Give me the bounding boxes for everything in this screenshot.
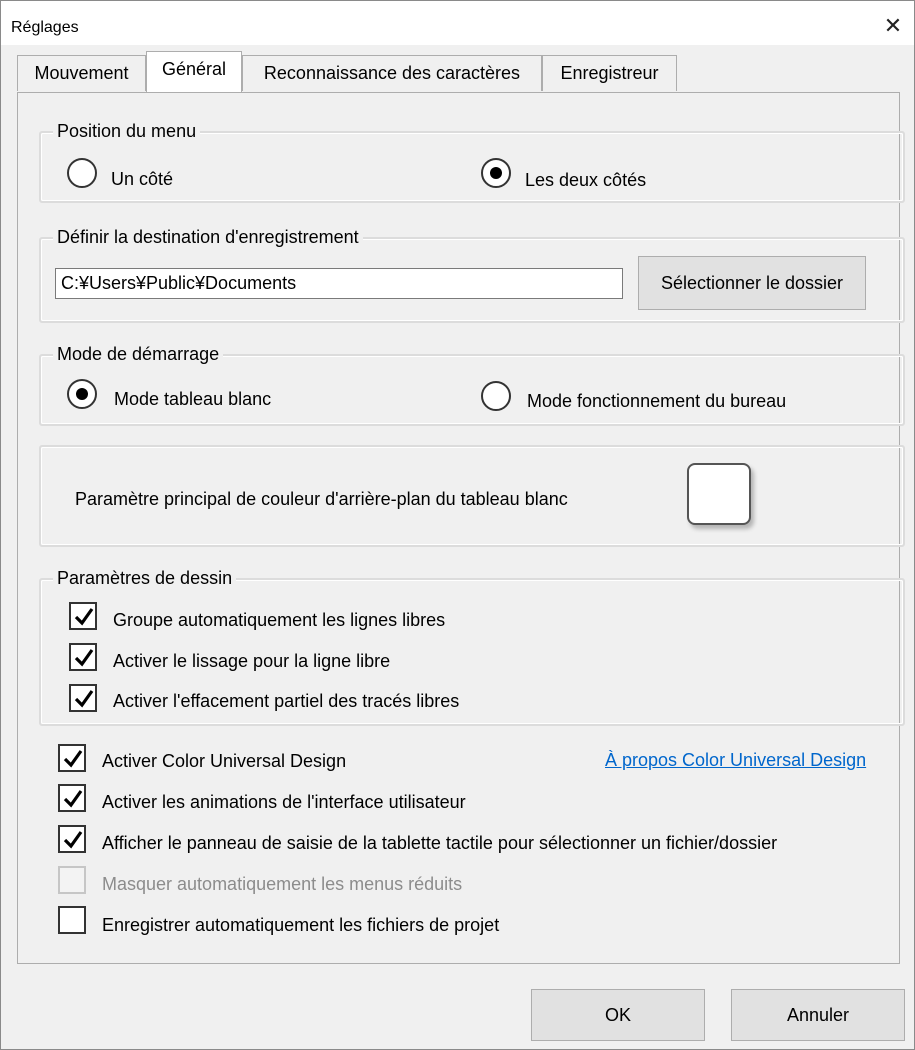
tab-general[interactable]: Général (146, 51, 242, 92)
radio-mode-tableau-blanc[interactable] (67, 379, 97, 409)
checkbox-partial-erase[interactable] (69, 684, 97, 712)
background-color-label: Paramètre principal de couleur d'arrière… (75, 489, 568, 509)
checkbox-auto-save-projects[interactable] (58, 906, 86, 934)
checkmark-icon (74, 608, 94, 626)
radio-un-cote-label[interactable]: Un côté (111, 168, 173, 190)
radio-mode-bureau[interactable] (481, 381, 511, 411)
checkbox-group-free-lines-label[interactable]: Groupe automatiquement les lignes libres (113, 609, 445, 631)
about-cud-link[interactable]: À propos Color Universal Design (605, 750, 866, 771)
checkmark-icon (63, 790, 83, 808)
checkbox-group-free-lines[interactable] (69, 602, 97, 630)
checkmark-icon (74, 690, 94, 708)
select-folder-button[interactable]: Sélectionner le dossier (638, 256, 866, 310)
checkbox-auto-hide-menus-label: Masquer automatiquement les menus réduit… (102, 874, 463, 894)
title-bar: Réglages ✕ (1, 1, 914, 45)
menu-position-group: Position du menu (39, 120, 905, 203)
tab-reconnaissance[interactable]: Reconnaissance des caractères (242, 55, 542, 91)
tab-mouvement[interactable]: Mouvement (17, 55, 146, 91)
checkbox-partial-erase-label[interactable]: Activer l'effacement partiel des tracés … (113, 690, 459, 712)
ok-button[interactable]: OK (531, 989, 705, 1041)
save-destination-legend: Définir la destination d'enregistrement (53, 226, 363, 248)
checkbox-ui-animations-label[interactable]: Activer les animations de l'interface ut… (102, 791, 466, 813)
checkbox-ui-animations[interactable] (58, 784, 86, 812)
menu-position-legend: Position du menu (53, 120, 201, 142)
checkbox-auto-save-projects-label[interactable]: Enregistrer automatiquement les fichiers… (102, 914, 499, 936)
checkbox-smoothing-label[interactable]: Activer le lissage pour la ligne libre (113, 650, 390, 672)
window-title: Réglages (11, 19, 79, 36)
drawing-settings-legend: Paramètres de dessin (53, 567, 237, 589)
checkmark-icon (63, 831, 83, 849)
checkmark-icon (74, 649, 94, 667)
checkbox-touch-keyboard-label[interactable]: Afficher le panneau de saisie de la tabl… (102, 832, 777, 854)
checkmark-icon (63, 750, 83, 768)
checkbox-auto-hide-menus (58, 866, 86, 894)
radio-les-deux-cotes[interactable] (481, 158, 511, 188)
radio-selected-dot (490, 167, 502, 179)
tab-enregistreur[interactable]: Enregistreur (542, 55, 677, 91)
background-color-swatch[interactable] (687, 463, 751, 525)
startup-mode-legend: Mode de démarrage (53, 343, 224, 365)
radio-les-deux-cotes-label[interactable]: Les deux côtés (525, 169, 646, 191)
checkbox-color-universal-design[interactable] (58, 744, 86, 772)
radio-mode-bureau-label[interactable]: Mode fonctionnement du bureau (527, 390, 786, 412)
checkbox-touch-keyboard[interactable] (58, 825, 86, 853)
settings-dialog: Réglages ✕ Mouvement Général Reconnaissa… (0, 0, 915, 1050)
radio-mode-tableau-blanc-label[interactable]: Mode tableau blanc (114, 388, 271, 410)
save-path-field[interactable]: C:¥Users¥Public¥Documents (55, 268, 623, 299)
radio-selected-dot (76, 388, 88, 400)
checkbox-color-universal-design-label[interactable]: Activer Color Universal Design (102, 750, 346, 772)
close-icon[interactable]: ✕ (880, 13, 906, 39)
radio-un-cote[interactable] (67, 158, 97, 188)
cancel-button[interactable]: Annuler (731, 989, 905, 1041)
checkbox-smoothing[interactable] (69, 643, 97, 671)
